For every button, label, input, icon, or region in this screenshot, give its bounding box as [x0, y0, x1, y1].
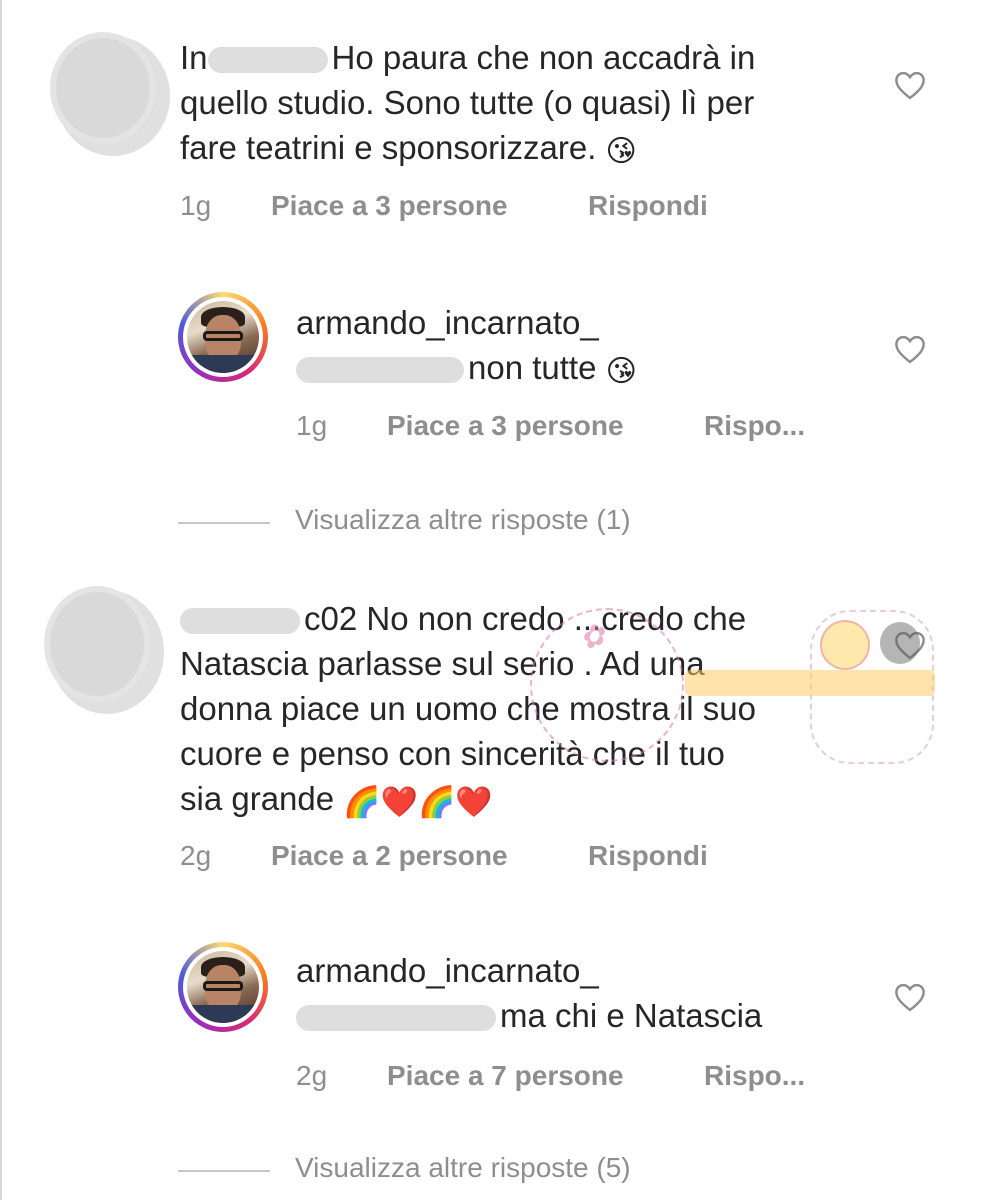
- comment-text: quello studio. Sono tutte (o quasi) lì p…: [180, 84, 755, 121]
- comment-text: No non credo ...credo che: [366, 600, 747, 637]
- avatar[interactable]: [50, 592, 144, 696]
- profile-photo: [187, 301, 259, 373]
- likes-count-link[interactable]: Piace a 2 persone: [271, 840, 508, 872]
- redacted-text: [207, 47, 328, 74]
- divider-line: [178, 522, 270, 524]
- comment-text: ma chi e Natascia: [500, 997, 763, 1034]
- comment-time: 2g: [296, 1060, 328, 1091]
- like-heart-icon[interactable]: [893, 334, 927, 364]
- comment-time: 2g: [180, 840, 212, 871]
- reply-button[interactable]: Rispondi: [588, 190, 708, 222]
- comment-time: 1g: [296, 410, 328, 441]
- like-heart-icon[interactable]: [893, 982, 927, 1012]
- comment-body: c02 No non credo ...credo che Natascia p…: [180, 596, 756, 825]
- comment-time: 1g: [180, 190, 212, 221]
- view-more-replies[interactable]: Visualizza altre risposte (5): [178, 1152, 738, 1188]
- comment-text: donna piace un uomo che mostra il suo: [180, 690, 757, 727]
- emoji: 🌈❤️🌈❤️: [343, 786, 493, 819]
- view-more-replies[interactable]: Visualizza altre risposte (1): [178, 504, 738, 540]
- like-heart-icon[interactable]: [893, 630, 927, 660]
- view-more-label[interactable]: Visualizza altre risposte (5): [295, 1152, 631, 1184]
- comment-body: In Ho paura che non accadrà in quello stu…: [180, 35, 755, 174]
- comment-text: Ho paura che non accadrà in: [331, 39, 756, 76]
- view-more-label[interactable]: Visualizza altre risposte (1): [295, 504, 631, 536]
- like-heart-icon[interactable]: [893, 70, 927, 100]
- reply-button[interactable]: Rispo...: [704, 1060, 805, 1092]
- username[interactable]: armando_incarnato_: [296, 300, 637, 345]
- reply-button[interactable]: Rispo...: [704, 410, 805, 442]
- comment-meta: 1g Piace a 3 persone Rispo...: [296, 410, 856, 446]
- redacted-username: [180, 608, 300, 635]
- likes-count-link[interactable]: Piace a 3 persone: [387, 410, 624, 442]
- username[interactable]: c02: [304, 600, 357, 637]
- reply-button[interactable]: Rispondi: [588, 840, 708, 872]
- avatar[interactable]: [178, 292, 268, 382]
- emoji: 😘: [605, 355, 637, 388]
- comment-body: armando_incarnato_ non tutte 😘: [296, 300, 637, 394]
- likes-count-link[interactable]: Piace a 7 persone: [387, 1060, 624, 1092]
- comment-text: fare teatrini e sponsorizzare.: [180, 129, 597, 166]
- redacted-mention: [296, 357, 464, 384]
- username[interactable]: armando_incarnato_: [296, 948, 762, 993]
- comment-text: cuore e penso con sincerità che il tuo: [180, 735, 725, 772]
- comment-text: Natascia parlasse sul serio . Ad una: [180, 645, 705, 682]
- comment-text: non tutte: [468, 349, 597, 386]
- redacted-mention: [296, 1005, 496, 1032]
- likes-count-link[interactable]: Piace a 3 persone: [271, 190, 508, 222]
- profile-photo: [187, 951, 259, 1023]
- divider-line: [178, 1170, 270, 1172]
- comment-meta: 1g Piace a 3 persone Rispondi: [180, 190, 780, 226]
- emoji: 😘: [605, 135, 637, 168]
- username[interactable]: In: [180, 39, 208, 76]
- left-edge: [0, 0, 2, 1200]
- comment-body: armando_incarnato_ ma chi e Natascia: [296, 948, 762, 1038]
- avatar[interactable]: [178, 942, 268, 1032]
- avatar[interactable]: [56, 38, 150, 138]
- comment-meta: 2g Piace a 2 persone Rispondi: [180, 840, 780, 876]
- comment-text: sia grande: [180, 780, 335, 817]
- comment-meta: 2g Piace a 7 persone Rispo...: [296, 1060, 856, 1096]
